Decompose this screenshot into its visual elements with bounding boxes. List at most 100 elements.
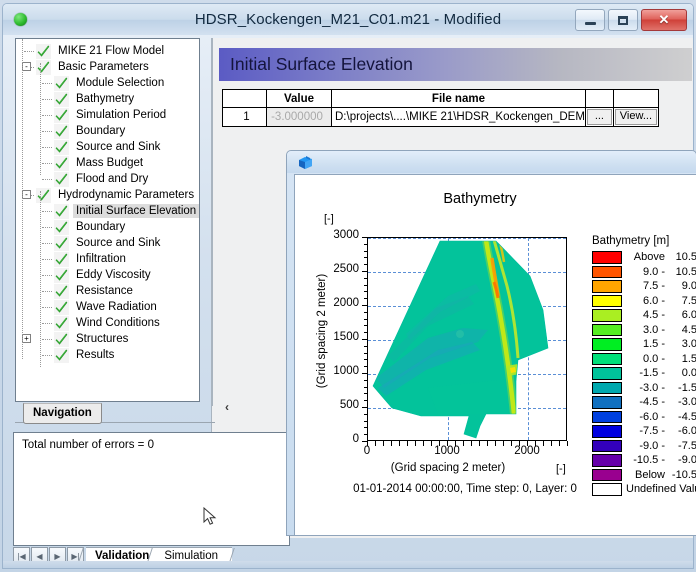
checkmark-icon[interactable] — [36, 43, 51, 59]
tree-guide-line — [22, 39, 24, 359]
legend-color-swatch — [592, 352, 622, 365]
checkmark-icon[interactable] — [54, 75, 69, 91]
grid-cell-value[interactable]: -3.000000 — [266, 107, 332, 127]
grid-header-filename: File name — [331, 89, 586, 108]
sidebar-item-mass-budget[interactable]: Mass Budget — [20, 155, 199, 171]
checkmark-icon[interactable] — [54, 251, 69, 267]
sidebar-item-results[interactable]: Results — [20, 347, 199, 363]
grid-cell-filename[interactable]: D:\projects\....\MIKE 21\HDSR_Kockengen_… — [331, 107, 586, 127]
legend-range-low: Above — [633, 251, 665, 264]
checkmark-icon[interactable] — [54, 283, 69, 299]
grid-header-browse — [584, 89, 614, 108]
chart-plot-area — [367, 237, 567, 441]
x-axis-minor-tick — [479, 441, 480, 446]
tree-connector-line — [42, 307, 52, 309]
checkmark-icon[interactable] — [36, 187, 51, 203]
legend-entry: -4.5 - -3.0 — [592, 395, 696, 410]
x-axis-minor-tick — [511, 441, 512, 446]
view-button[interactable]: View... — [614, 109, 657, 125]
sidebar-item-label: Boundary — [76, 221, 126, 233]
close-button[interactable]: ✕ — [641, 9, 687, 31]
checkmark-icon[interactable] — [54, 139, 69, 155]
sidebar-item-label: Boundary — [76, 125, 126, 137]
legend-color-swatch — [592, 396, 622, 409]
tree-connector-line — [42, 259, 52, 261]
legend-range-high: -4.5 — [678, 410, 696, 423]
legend-range-low: 1.5 - — [642, 338, 665, 351]
sidebar-item-label: Results — [76, 349, 115, 361]
sidebar-item-label: Hydrodynamic Parameters — [58, 189, 195, 201]
sidebar-item-simulation-period[interactable]: Simulation Period — [20, 107, 199, 123]
sidebar-item-eddy-viscosity[interactable]: Eddy Viscosity — [20, 267, 199, 283]
sidebar-item-wind-conditions[interactable]: Wind Conditions — [20, 315, 199, 331]
checkmark-icon[interactable] — [54, 123, 69, 139]
minimize-button[interactable] — [575, 9, 605, 31]
minimize-icon — [584, 21, 596, 25]
checkmark-icon[interactable] — [54, 155, 69, 171]
legend-range-high: -1.5 — [678, 381, 696, 394]
sidebar-item-source-and-sink[interactable]: Source and Sink — [20, 235, 199, 251]
grid-cell-browse[interactable]: ... — [584, 107, 614, 127]
sidebar-item-hydrodynamic-parameters[interactable]: - Hydrodynamic Parameters — [20, 187, 199, 203]
tree-guide-line — [40, 191, 42, 367]
maximize-button[interactable] — [608, 9, 638, 31]
sidebar-item-module-selection[interactable]: Module Selection — [20, 75, 199, 91]
sidebar-item-wave-radiation[interactable]: Wave Radiation — [20, 299, 199, 315]
legend-entry: Below -10.5 — [592, 468, 696, 483]
legend-range-high: -9.0 — [678, 454, 696, 467]
sidebar-item-bathymetry[interactable]: Bathymetry — [20, 91, 199, 107]
checkmark-icon[interactable] — [54, 331, 69, 347]
collapse-panel-arrow-icon[interactable]: ‹ — [225, 400, 229, 414]
tree-connector-line — [42, 291, 52, 293]
x-axis-minor-tick — [423, 441, 424, 446]
sidebar-item-mike-21-flow-model[interactable]: MIKE 21 Flow Model — [20, 43, 199, 59]
checkmark-icon[interactable] — [36, 59, 51, 75]
checkmark-icon[interactable] — [54, 299, 69, 315]
sidebar-item-boundary[interactable]: Boundary — [20, 123, 199, 139]
checkmark-icon[interactable] — [54, 347, 69, 363]
x-axis-minor-tick — [447, 441, 448, 446]
navigation-tree-panel[interactable]: MIKE 21 Flow Model - Basic Parameters Modul… — [15, 38, 200, 402]
sidebar-item-basic-parameters[interactable]: - Basic Parameters — [20, 59, 199, 75]
mouse-cursor-icon — [203, 507, 217, 525]
sidebar-item-boundary[interactable]: Boundary — [20, 219, 199, 235]
legend-entry: -1.5 - 0.0 — [592, 366, 696, 381]
grid-cell-view[interactable]: View... — [612, 107, 659, 127]
sidebar-item-infiltration[interactable]: Infiltration — [20, 251, 199, 267]
navigation-tab-strip: Navigation — [15, 403, 215, 424]
sidebar-item-initial-surface-elevation[interactable]: Initial Surface Elevation — [20, 203, 199, 219]
checkmark-icon[interactable] — [54, 315, 69, 331]
sidebar-item-label: Source and Sink — [76, 141, 161, 153]
sidebar-item-label: MIKE 21 Flow Model — [58, 45, 165, 57]
sidebar-item-resistance[interactable]: Resistance — [20, 283, 199, 299]
sidebar-item-label: Eddy Viscosity — [76, 269, 151, 281]
legend-entry: -10.5 - -9.0 — [592, 453, 696, 468]
sidebar-item-label: Bathymetry — [76, 93, 135, 105]
y-axis-tick-label: 3000 — [333, 229, 359, 241]
legend-range-low: -6.0 - — [639, 410, 665, 423]
initial-surface-elevation-grid[interactable]: Value File name 1 -3.000000 D:\projects\… — [222, 89, 659, 127]
checkmark-icon[interactable] — [54, 171, 69, 187]
tab-navigation[interactable]: Navigation — [23, 403, 102, 424]
checkmark-icon[interactable] — [54, 219, 69, 235]
sidebar-item-label: Module Selection — [76, 77, 165, 89]
sidebar-item-source-and-sink[interactable]: Source and Sink — [20, 139, 199, 155]
browse-button[interactable]: ... — [586, 109, 612, 125]
validation-message: Total number of errors = 0 — [22, 439, 154, 451]
y-axis-tick-label: 500 — [339, 399, 359, 411]
legend-color-swatch — [592, 483, 622, 496]
tree-connector-line — [42, 83, 52, 85]
legend-entry: -7.5 - -6.0 — [592, 424, 696, 439]
table-row[interactable]: 1 -3.000000 D:\projects\....\MIKE 21\HDS… — [222, 107, 659, 127]
checkmark-icon[interactable] — [54, 203, 69, 219]
tree-connector-line — [24, 51, 34, 53]
tree-connector-line — [42, 179, 52, 181]
checkmark-icon[interactable] — [54, 267, 69, 283]
checkmark-icon[interactable] — [54, 235, 69, 251]
y-axis-tick-label: 2000 — [333, 297, 359, 309]
checkmark-icon[interactable] — [54, 107, 69, 123]
checkmark-icon[interactable] — [54, 91, 69, 107]
tree-connector-line — [42, 355, 52, 357]
sidebar-item-structures[interactable]: + Structures — [20, 331, 199, 347]
sidebar-item-flood-and-dry[interactable]: Flood and Dry — [20, 171, 199, 187]
